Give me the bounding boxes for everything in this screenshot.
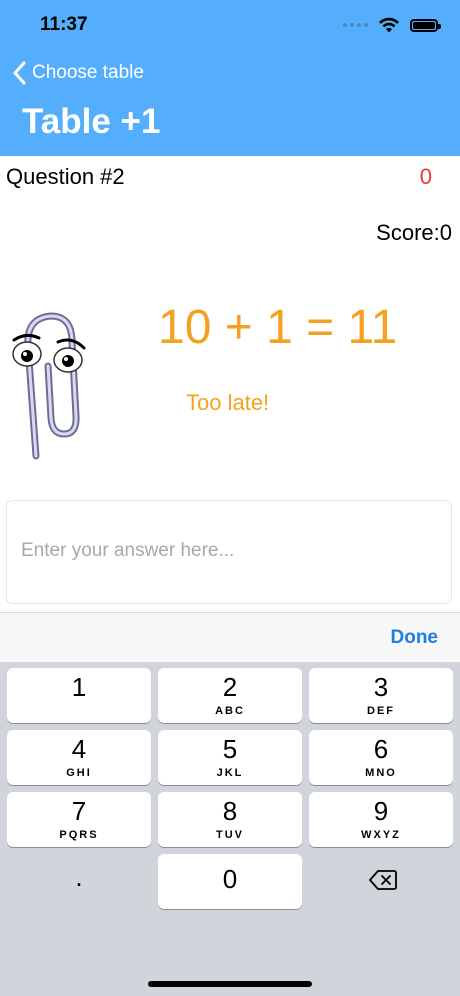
key-letters: PQRS [59,829,99,841]
signal-icon [343,23,368,27]
status-time: 11:37 [40,14,88,35]
home-indicator[interactable] [148,981,312,987]
key-digit: 9 [373,796,389,826]
key-2[interactable]: 2 ABC [158,668,302,723]
nav-header: 11:37 Choose table Table +1 [0,0,460,156]
battery-icon [410,18,441,32]
key-1[interactable]: 1 [7,668,151,723]
key-digit: . [75,862,83,892]
key-3[interactable]: 3 DEF [309,668,453,723]
answer-input[interactable] [19,539,443,563]
feedback-text: Too late! [186,390,270,415]
page-title: Table +1 [22,102,161,141]
key-6[interactable]: 6 MNO [309,730,453,785]
key-digit: 5 [222,734,238,764]
key-digit: 2 [222,672,238,702]
key-digit: 3 [373,672,389,702]
key-digit: 6 [373,734,389,764]
key-letters: ABC [215,705,245,717]
back-button[interactable]: Choose table [12,61,144,85]
key-letters: MNO [365,767,397,779]
keyboard-toolbar: Done [0,612,460,663]
backspace-icon [369,870,397,890]
back-label: Choose table [32,62,144,83]
key-digit: 8 [222,796,238,826]
key-7[interactable]: 7 PQRS [7,792,151,847]
key-digit: 7 [71,796,87,826]
paperclip-mascot-icon [12,312,86,460]
delete-key[interactable] [309,854,453,909]
key-9[interactable]: 9 WXYZ [309,792,453,847]
key-4[interactable]: 4 GHI [7,730,151,785]
question-label: Question #2 [6,164,125,189]
key-0[interactable]: 0 [158,854,302,909]
chevron-left-icon [13,61,26,85]
key-8[interactable]: 8 TUV [158,792,302,847]
wifi-icon [379,17,399,33]
key-digit: 0 [222,864,238,894]
key-decimal[interactable]: . [7,854,151,909]
key-letters: JKL [216,767,244,779]
answer-field[interactable] [6,500,452,604]
timer-value: 0 [419,164,432,189]
key-digit: 1 [71,672,87,702]
key-digit: 4 [71,734,87,764]
key-letters: WXYZ [361,829,401,841]
key-letters: GHI [66,767,92,779]
done-button[interactable]: Done [391,627,439,649]
numeric-keypad: 1 2 ABC 3 DEF 4 GHI 5 JKL 6 MNO 7 PQRS 8… [0,662,460,996]
status-icons [343,14,441,36]
equation-text: 10 + 1 = 11 [158,301,398,354]
key-letters: DEF [367,705,395,717]
score-label: Score:0 [376,220,452,245]
key-letters: TUV [216,829,244,841]
key-5[interactable]: 5 JKL [158,730,302,785]
